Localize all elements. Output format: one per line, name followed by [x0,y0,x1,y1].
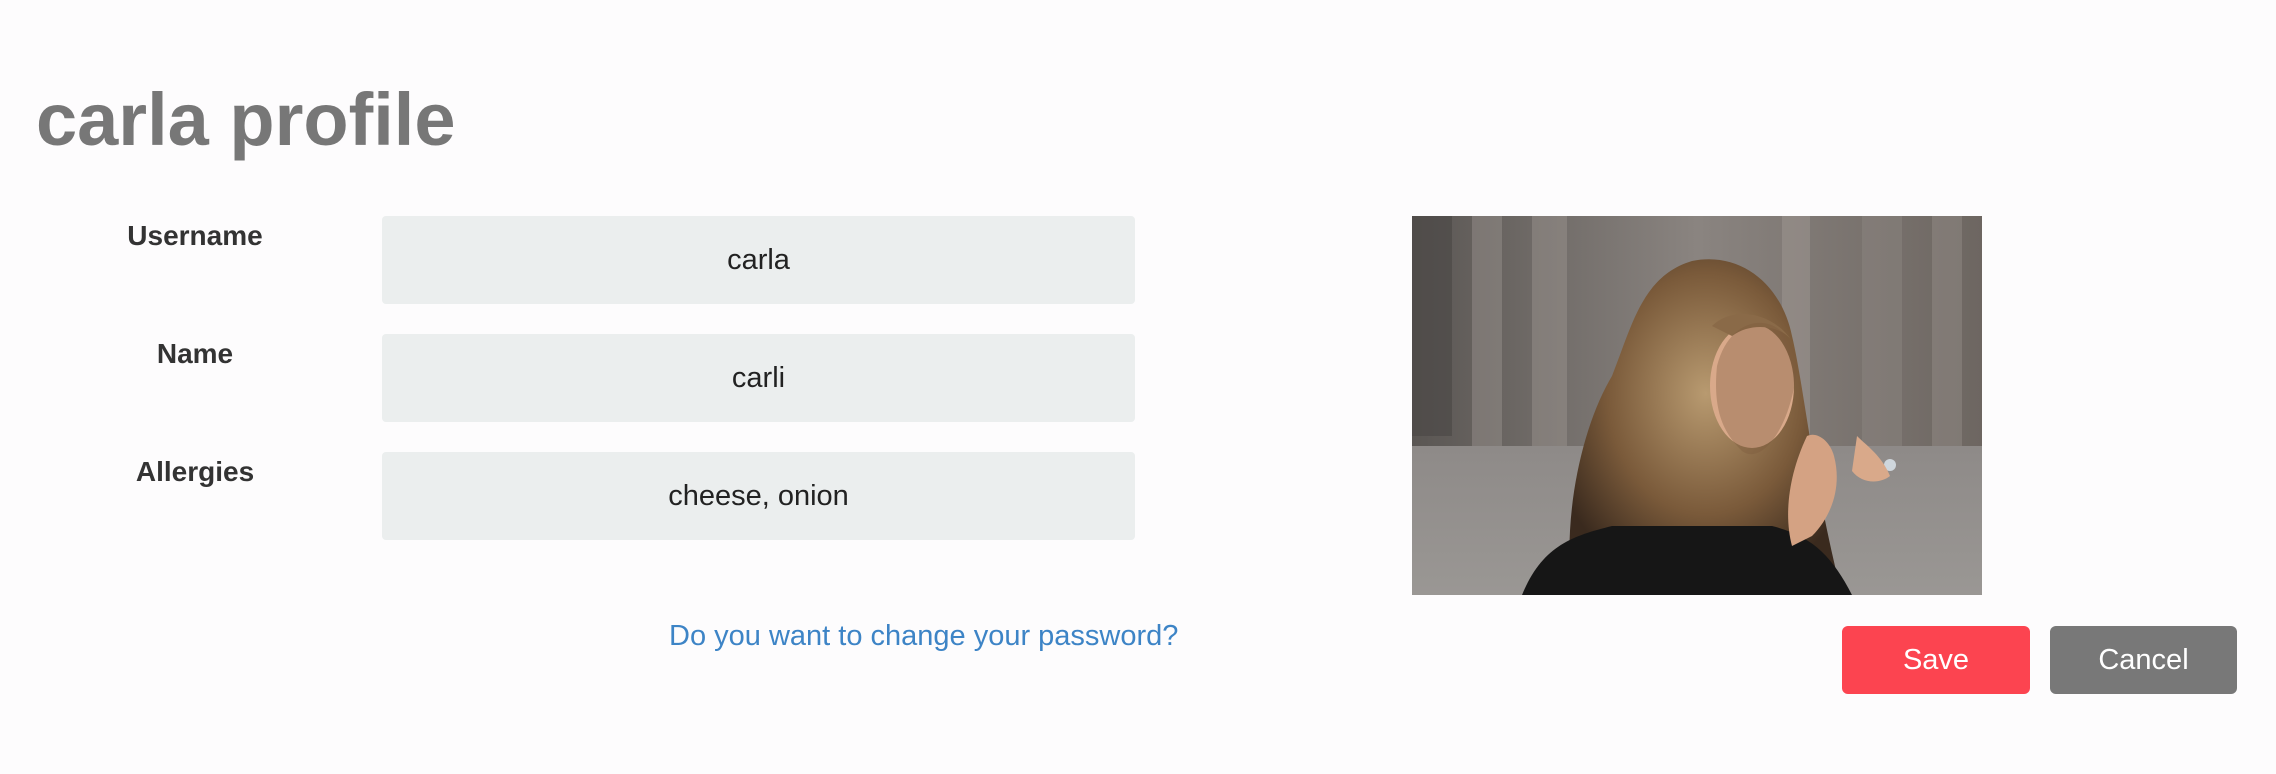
allergies-label: Allergies [135,456,255,487]
allergies-field[interactable] [382,452,1135,540]
change-password-link[interactable]: Do you want to change your password? [669,618,1178,654]
page-title: carla profile [36,78,456,161]
name-field[interactable] [382,334,1135,422]
profile-panel: carla profile Username Name Allergies Do… [0,0,2276,774]
username-field[interactable] [382,216,1135,304]
name-label: Name [156,338,234,369]
cancel-button[interactable]: Cancel [2050,626,2237,694]
username-label: Username [127,220,263,251]
save-button[interactable]: Save [1842,626,2030,694]
profile-photo [1412,216,1982,595]
